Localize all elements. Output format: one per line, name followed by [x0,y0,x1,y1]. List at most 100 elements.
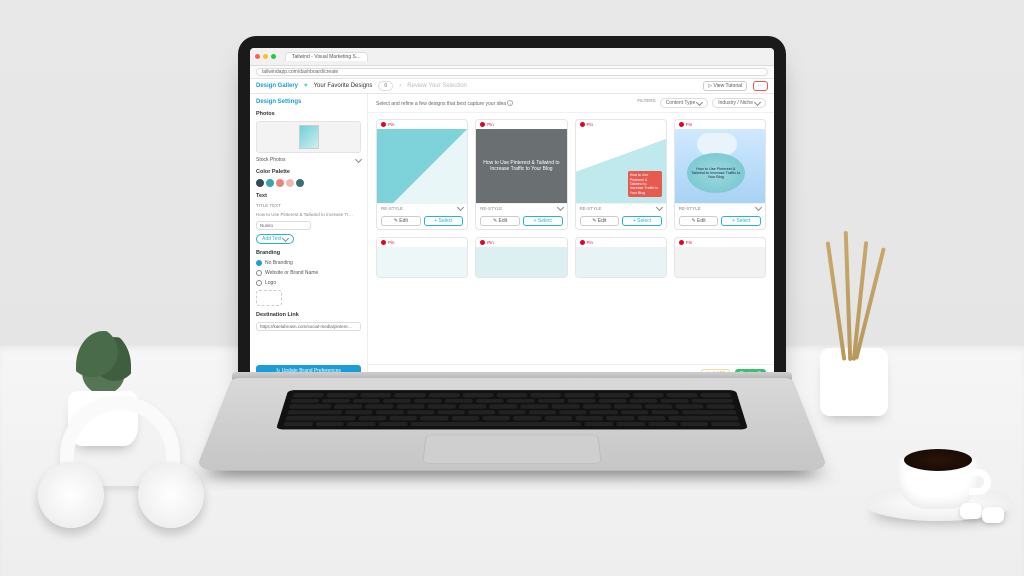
traffic-close-icon[interactable] [255,54,260,59]
pin-badge: Pin [686,240,693,245]
tab-review: Review Your Selection [407,83,467,89]
chevron-down-icon[interactable] [457,204,464,211]
select-button[interactable]: + Select [424,216,464,226]
design-card: Pin How to Use Pinterest & Tailwind to I… [575,119,667,230]
pin-badge: Pin [388,122,395,127]
disc-text: How to Use Pinterest & Tailwind to Incre… [687,153,745,193]
photos-label: Photos [256,111,361,117]
edit-button[interactable]: ✎ Edit [580,216,620,226]
design-card: Pin How to Use Pinterest & Tailwind to I… [674,119,766,230]
pinterest-icon [381,122,386,127]
design-preview[interactable]: How to Use Pinterest & Tailwind to Incre… [675,129,765,203]
trackpad [422,435,601,464]
pin-badge: Pin [587,240,594,245]
design-gallery: Select and refine a few designs that bes… [368,94,774,382]
design-settings-sidebar: Design Settings Photos Stock Photos Colo… [250,94,368,382]
branding-opt-name[interactable]: Website or Brand Name [256,270,361,276]
swatch-4[interactable] [286,179,294,187]
sidebar-title: Design Settings [256,99,361,105]
cloud-icon [697,133,737,155]
pin-badge: Pin [487,240,494,245]
chevron-down-icon[interactable] [755,204,762,211]
pinterest-icon [580,240,585,245]
edit-button[interactable]: ✎ Edit [480,216,520,226]
destination-input[interactable] [256,322,361,331]
favorites-count: 0 [378,81,393,91]
design-preview[interactable]: How to Use Pinterest & Tailwind to Incre… [476,129,566,203]
swatch-2[interactable] [266,179,274,187]
font-select[interactable] [256,221,311,230]
browser-tab[interactable]: Tailwind - Visual Marketing S… [285,52,368,61]
design-preview[interactable] [675,247,765,277]
branding-label: Branding [256,250,361,256]
restyle-label: RE-STYLE [679,206,701,211]
pinterest-icon [580,122,585,127]
pinterest-icon [679,240,684,245]
filter-industry[interactable]: Industry / Niche [712,98,766,108]
swatch-1[interactable] [256,179,264,187]
swatch-5[interactable] [296,179,304,187]
chevron-down-icon [355,155,362,162]
branding-opt-none[interactable]: No Branding [256,260,361,266]
chevron-down-icon[interactable] [556,204,563,211]
pinterest-icon [480,240,485,245]
pin-badge: Pin [587,122,594,127]
header-action-button[interactable]: ⋯ [753,81,768,91]
design-preview[interactable]: How to Use Pinterest & Tailwind to Incre… [576,129,666,203]
filter-content-type[interactable]: Content Type [660,98,709,108]
edit-button[interactable]: ✎ Edit [679,216,719,226]
destination-label: Destination Link [256,312,361,318]
traffic-min-icon[interactable] [263,54,268,59]
laptop-base [195,378,829,471]
pinterest-icon [679,122,684,127]
title-text-sub: TITLE TEXT [256,203,361,208]
design-preview[interactable] [476,247,566,277]
tab-design-gallery[interactable]: Design Gallery [256,83,298,89]
design-card: Pin [575,237,667,278]
design-card: Pin [674,237,766,278]
traffic-max-icon[interactable] [271,54,276,59]
add-text-button[interactable]: Add Text [256,234,294,244]
design-card: Pin RE-STYLE ✎ Edit + Select [376,119,468,230]
url-input[interactable] [256,68,768,76]
view-tutorial-button[interactable]: ▷ View Tutorial [703,81,747,91]
select-button[interactable]: + Select [721,216,761,226]
chevron-down-icon[interactable] [656,204,663,211]
title-text-value: How to Use Pinterest & Tailwind to Incre… [256,212,361,217]
keyboard [276,390,748,429]
logo-placeholder[interactable] [256,290,282,306]
info-icon[interactable]: i [507,100,513,106]
laptop-screen: Tailwind - Visual Marketing S… Design Ga… [250,48,774,382]
select-button[interactable]: + Select [622,216,662,226]
selected-photo-thumb[interactable] [256,121,361,153]
select-button[interactable]: + Select [523,216,563,226]
pencil-cup-prop [814,236,894,416]
laptop: Tailwind - Visual Marketing S… Design Ga… [232,36,792,556]
swatch-3[interactable] [276,179,284,187]
design-preview[interactable] [377,129,467,203]
desk-scene: Tailwind - Visual Marketing S… Design Ga… [0,0,1024,576]
browser-chrome: Tailwind - Visual Marketing S… [250,48,774,66]
stock-photos-toggle[interactable]: Stock Photos [256,157,361,163]
restyle-label: RE-STYLE [480,206,502,211]
chevron-down-icon [696,98,703,105]
corner-tag: How to Use Pinterest & Tailwind to Incre… [628,171,662,197]
pinterest-icon [381,240,386,245]
restyle-label: RE-STYLE [580,206,602,211]
design-card: Pin How to Use Pinterest & Tailwind to I… [475,119,567,230]
chevron-down-icon [754,98,761,105]
design-preview[interactable] [576,247,666,277]
design-preview[interactable] [377,247,467,277]
tab-favorites[interactable]: Your Favorite Designs [314,83,373,89]
color-palette [256,179,361,187]
headphones-prop [20,396,220,536]
restyle-label: RE-STYLE [381,206,403,211]
pin-badge: Pin [487,122,494,127]
design-card: Pin [475,237,567,278]
edit-button[interactable]: ✎ Edit [381,216,421,226]
filters-label: FILTERS [637,98,655,108]
branding-opt-logo[interactable]: Logo [256,280,361,286]
chevron-down-icon [282,234,289,241]
palette-label: Color Palette [256,169,361,175]
gallery-hint: Select and refine a few designs that bes… [376,100,513,107]
